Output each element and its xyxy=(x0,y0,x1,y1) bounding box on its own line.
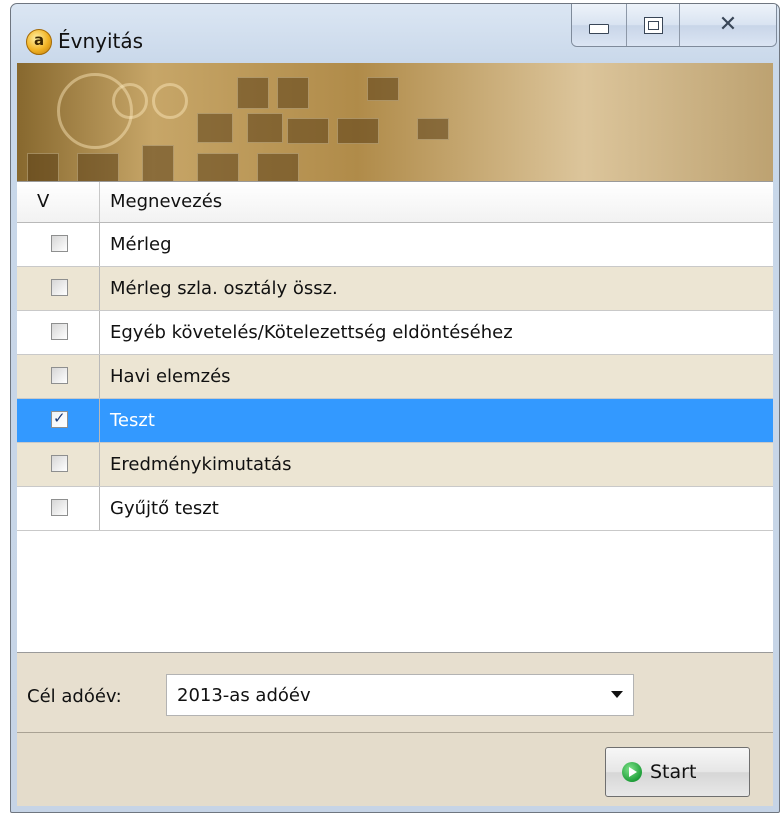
play-icon xyxy=(622,762,642,782)
client-area: V Megnevezés Mérleg Mérleg szla. osztály… xyxy=(17,63,773,806)
start-button[interactable]: Start xyxy=(605,747,750,797)
row-name: Teszt xyxy=(110,410,155,431)
row-checkbox-checked[interactable] xyxy=(51,409,68,428)
close-button[interactable]: ✕ xyxy=(680,4,776,46)
maximize-button[interactable] xyxy=(627,4,680,46)
row-checkbox[interactable] xyxy=(51,367,68,384)
table-row-selected[interactable]: Teszt xyxy=(17,399,773,443)
minimize-icon xyxy=(589,24,609,34)
row-checkbox[interactable] xyxy=(51,323,68,340)
title-bar[interactable]: Évnyitás ✕ xyxy=(11,4,779,64)
minimize-button[interactable] xyxy=(572,4,627,46)
dropdown-arrow-icon[interactable] xyxy=(611,691,623,698)
start-label: Start xyxy=(650,761,697,783)
table-row[interactable]: Mérleg xyxy=(17,223,773,267)
row-checkbox[interactable] xyxy=(51,499,68,516)
table-row[interactable]: Egyéb követelés/Kötelezettség eldöntéséh… xyxy=(17,311,773,355)
row-name: Eredménykimutatás xyxy=(110,454,292,475)
maximize-icon xyxy=(643,16,663,34)
app-icon xyxy=(26,29,52,55)
target-year-label: Cél adóév: xyxy=(27,686,122,707)
target-year-select[interactable]: 2013-as adóév xyxy=(166,674,634,716)
target-year-value: 2013-as adóév xyxy=(177,685,311,706)
report-grid: V Megnevezés Mérleg Mérleg szla. osztály… xyxy=(17,181,773,653)
row-checkbox[interactable] xyxy=(51,235,68,252)
header-banner-image xyxy=(17,63,773,181)
table-row[interactable]: Mérleg szla. osztály össz. xyxy=(17,267,773,311)
row-name: Egyéb követelés/Kötelezettség eldöntéséh… xyxy=(110,322,513,343)
footer-panel: Start xyxy=(17,732,773,806)
row-name: Gyűjtő teszt xyxy=(110,498,219,519)
row-name: Havi elemzés xyxy=(110,366,231,387)
table-row[interactable]: Gyűjtő teszt xyxy=(17,487,773,531)
row-checkbox[interactable] xyxy=(51,455,68,472)
window-title: Évnyitás xyxy=(58,29,144,53)
grid-header: V Megnevezés xyxy=(17,182,773,223)
row-checkbox[interactable] xyxy=(51,279,68,296)
table-row[interactable]: Havi elemzés xyxy=(17,355,773,399)
column-header-v[interactable]: V xyxy=(17,182,100,222)
close-icon: ✕ xyxy=(718,12,738,37)
evnyitas-window: Évnyitás ✕ V xyxy=(10,3,780,813)
window-controls: ✕ xyxy=(571,4,777,47)
column-header-megnevezes[interactable]: Megnevezés xyxy=(110,191,222,212)
table-row[interactable]: Eredménykimutatás xyxy=(17,443,773,487)
row-name: Mérleg xyxy=(110,234,172,255)
row-name: Mérleg szla. osztály össz. xyxy=(110,278,338,299)
